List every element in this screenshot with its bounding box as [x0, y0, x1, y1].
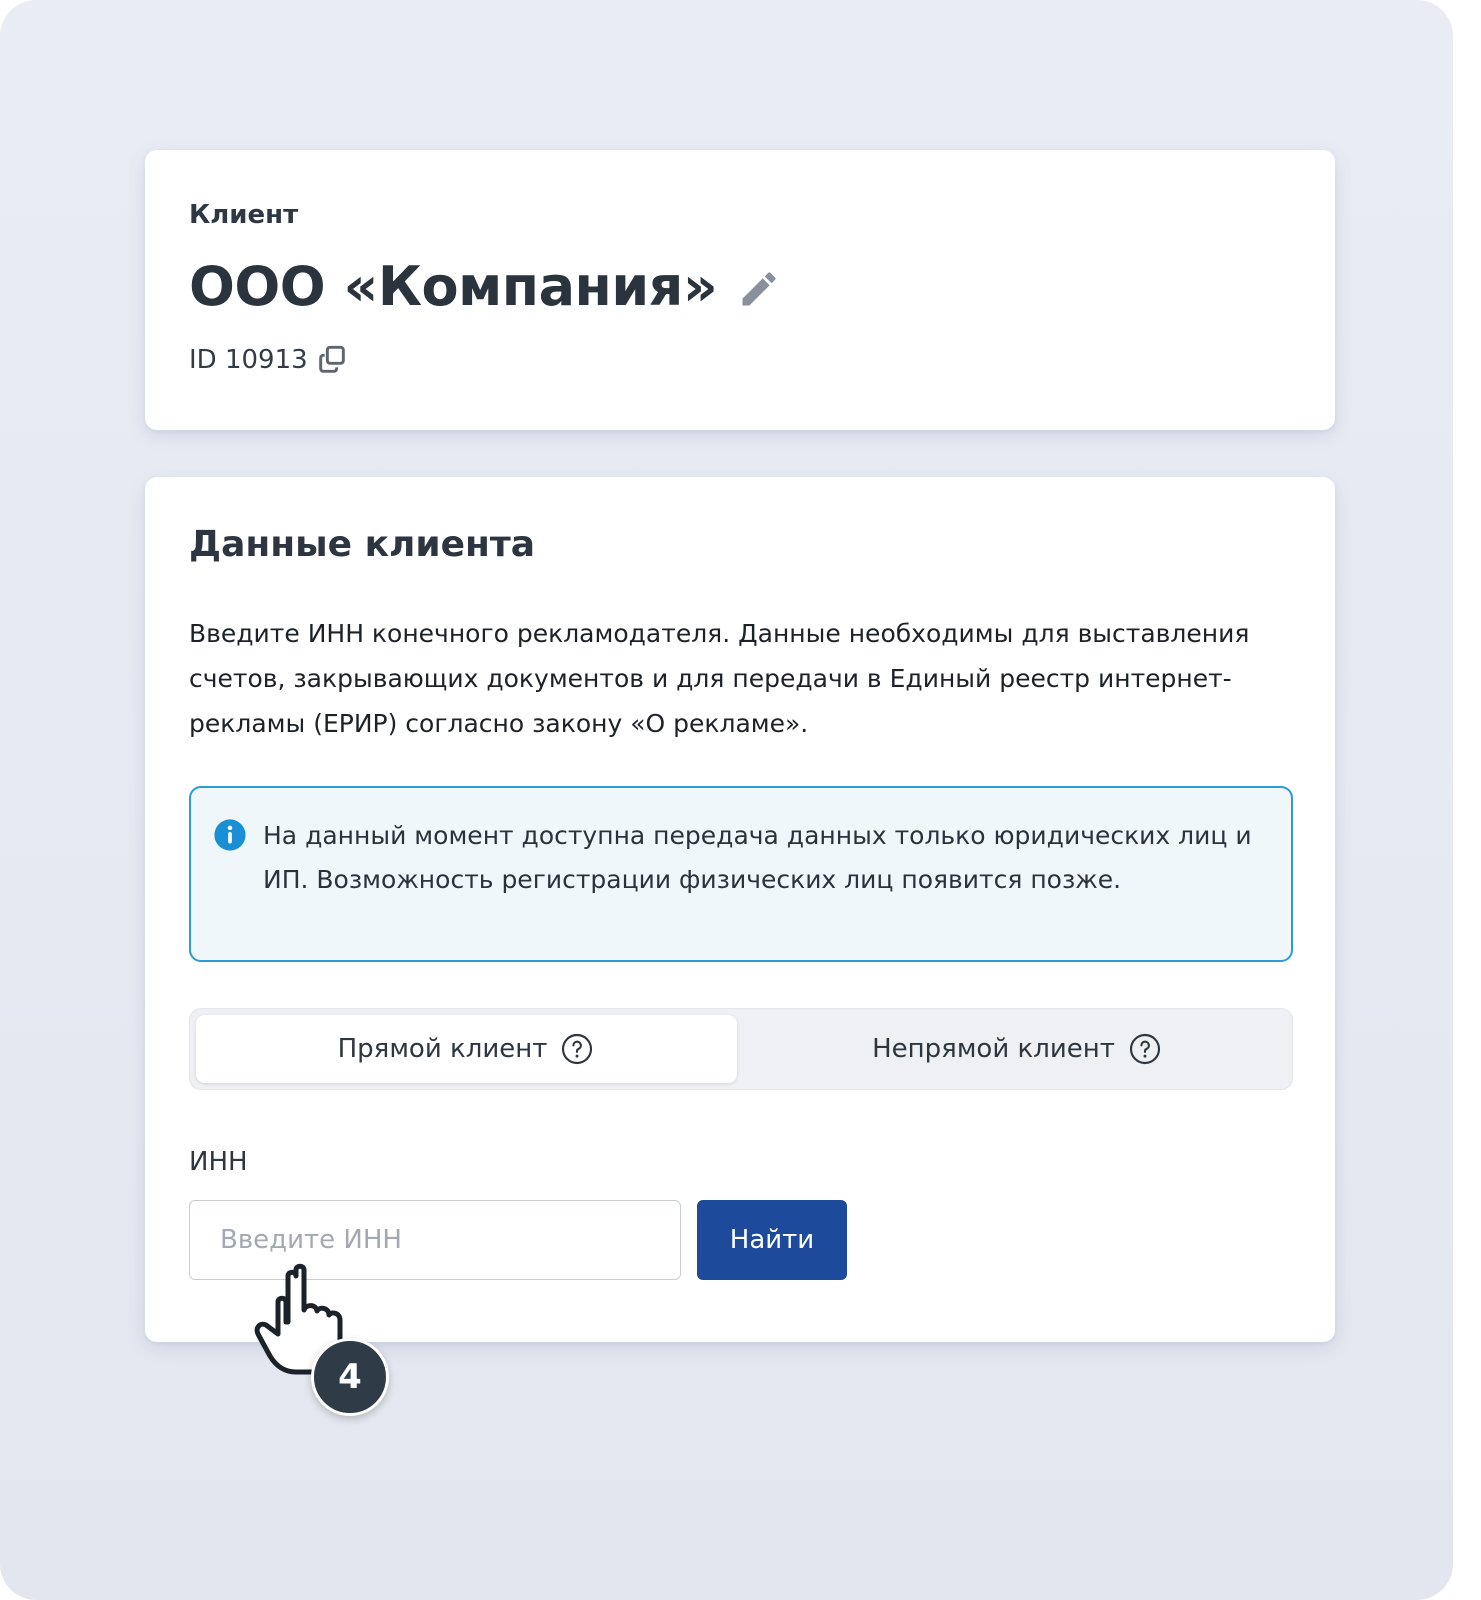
tab-direct-client[interactable]: Прямой клиент: [190, 1009, 741, 1089]
client-name: ООО «Компания»: [189, 255, 718, 318]
client-id-row: ID 10913: [189, 340, 1291, 380]
client-id: ID 10913: [189, 345, 308, 375]
tab-indirect-client[interactable]: Непрямой клиент: [741, 1009, 1292, 1089]
copy-icon-graphic: [318, 345, 345, 373]
description-text: Введите ИНН конечного рекламодателя. Дан…: [189, 619, 1250, 738]
client-name-row: ООО «Компания»: [189, 250, 1291, 324]
tab-indirect-client-label: Непрямой клиент: [872, 1034, 1115, 1064]
find-button[interactable]: Найти: [697, 1200, 847, 1280]
info-icon: [214, 819, 246, 851]
section-title: Данные клиента: [189, 524, 536, 565]
info-notice: На данный момент доступна передача данны…: [189, 786, 1293, 962]
inn-label: ИНН: [189, 1147, 248, 1177]
client-data-card: Данные клиента Введите ИНН конечного рек…: [145, 477, 1335, 1342]
client-caption: Клиент: [189, 200, 299, 230]
client-header-card: Клиент ООО «Компания» ID 10913: [145, 150, 1335, 430]
pencil-icon[interactable]: [737, 267, 781, 311]
step-badge: 4: [311, 1338, 389, 1416]
client-type-switch: Прямой клиент Непрямой клиент: [189, 1008, 1293, 1090]
info-text: На данный момент доступна передача данны…: [263, 821, 1252, 894]
question-circle-icon[interactable]: [561, 1033, 593, 1065]
tab-direct-client-label: Прямой клиент: [337, 1034, 548, 1064]
inn-field-row: Найти: [189, 1200, 1291, 1280]
pencil-icon-graphic: [742, 272, 776, 306]
copy-icon[interactable]: [316, 344, 348, 376]
question-circle-icon[interactable]: [1129, 1033, 1161, 1065]
